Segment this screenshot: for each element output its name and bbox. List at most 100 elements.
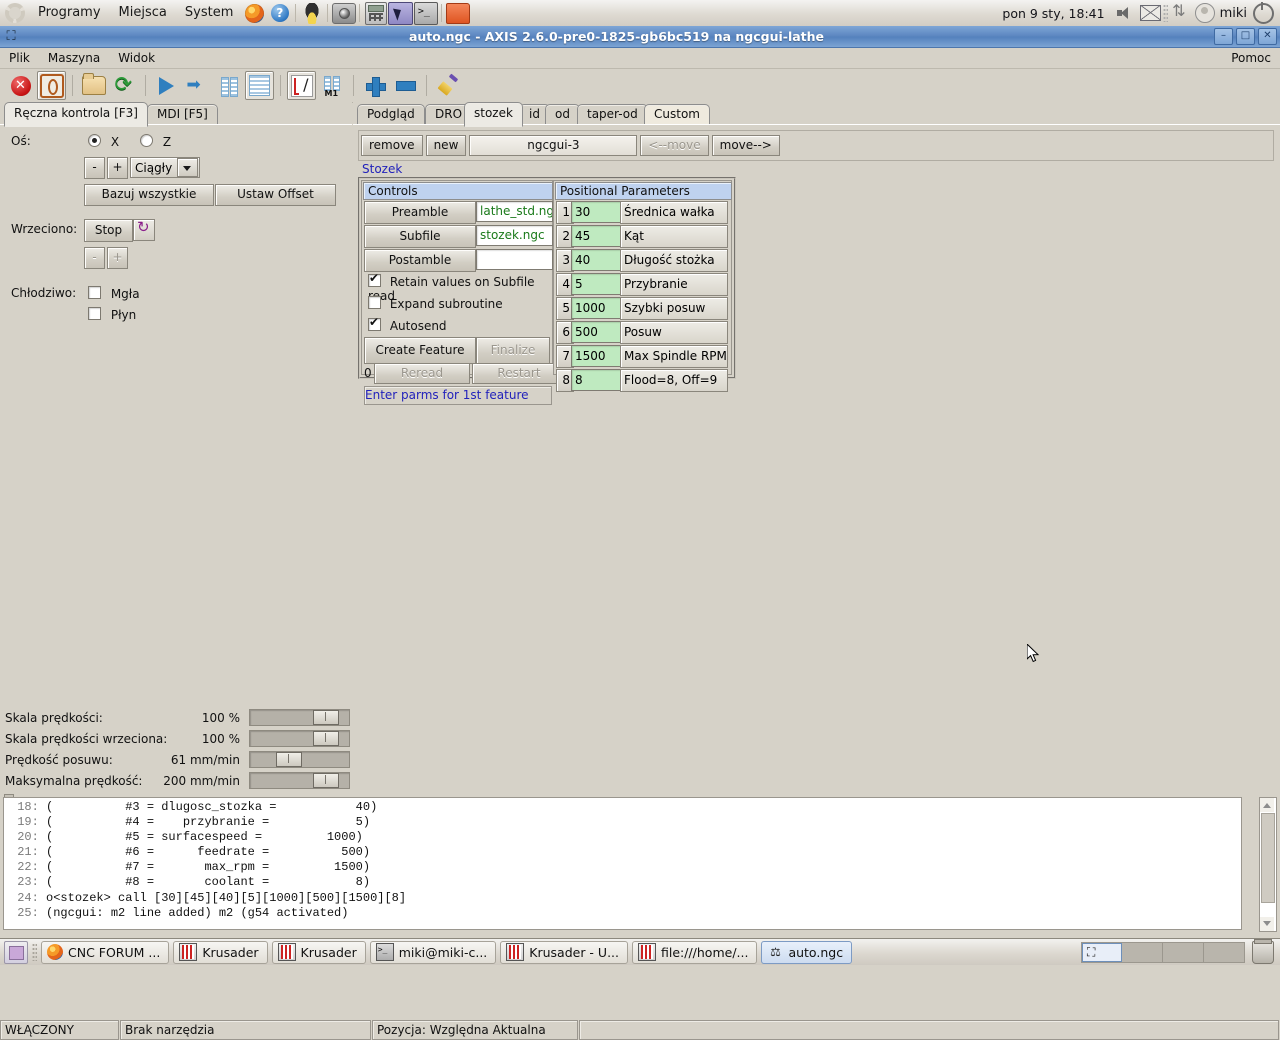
axis-radio-z[interactable]: Z xyxy=(140,134,171,149)
help-icon[interactable]: ? xyxy=(267,1,292,25)
jog-mode-select[interactable]: Ciągły xyxy=(130,157,200,178)
taskbar-button[interactable]: Krusader xyxy=(173,940,268,964)
subfile-button[interactable]: Subfile xyxy=(364,225,476,248)
tab-custom[interactable]: Custom xyxy=(644,104,710,125)
stop-program-icon[interactable] xyxy=(245,71,274,100)
close-button[interactable]: ✕ xyxy=(1258,28,1277,45)
taskbar-button[interactable]: miki@miki-c... xyxy=(369,940,497,964)
update-icon[interactable] xyxy=(1168,1,1193,25)
minimize-button[interactable]: – xyxy=(1214,28,1233,45)
restart-button[interactable]: Restart xyxy=(472,363,566,384)
expand-subroutine-checkbox[interactable]: Expand subroutine xyxy=(368,296,503,311)
terminal-icon[interactable] xyxy=(413,1,438,25)
optional-stop-icon[interactable] xyxy=(318,71,347,100)
workspace-switcher[interactable]: ⛶ xyxy=(1081,941,1245,963)
menu-plik[interactable]: Plik xyxy=(0,48,39,68)
workspace-1[interactable]: ⛶ xyxy=(1082,942,1122,962)
spindle-direction-icon[interactable] xyxy=(133,218,155,241)
spindle-minus-button[interactable]: - xyxy=(84,247,105,269)
param-value-input[interactable]: 1500 xyxy=(571,345,622,367)
power-icon[interactable] xyxy=(1251,1,1276,25)
window-switcher-icon[interactable] xyxy=(388,1,414,25)
taskbar-button[interactable]: Krusader xyxy=(271,940,366,964)
clock[interactable]: pon 9 sty, 18:41 xyxy=(994,6,1112,21)
spindle-plus-button[interactable]: + xyxy=(107,247,128,269)
param-value-input[interactable]: 45 xyxy=(571,225,622,247)
remove-page-button[interactable]: remove xyxy=(361,135,423,156)
chevron-down-icon[interactable] xyxy=(177,158,198,177)
gcode-scrollbar[interactable] xyxy=(1259,797,1277,932)
taskbar-button[interactable]: Krusader - U... xyxy=(500,940,628,964)
jog-plus-button[interactable]: + xyxy=(107,157,128,179)
folder-icon[interactable] xyxy=(445,1,470,25)
firefox-icon[interactable] xyxy=(242,1,267,25)
param-value-input[interactable]: 5 xyxy=(571,273,622,295)
tux-icon[interactable] xyxy=(299,1,324,25)
pause-program-icon[interactable] xyxy=(214,71,243,100)
workspace-3[interactable] xyxy=(1163,942,1204,962)
param-value-input[interactable]: 1000 xyxy=(571,297,622,319)
workspace-2[interactable] xyxy=(1122,942,1163,962)
mail-icon[interactable] xyxy=(1138,1,1163,25)
postamble-button[interactable]: Postamble xyxy=(364,249,476,272)
menu-system[interactable]: System xyxy=(176,0,242,26)
trash-icon[interactable] xyxy=(1252,938,1274,964)
scroll-down-icon[interactable] xyxy=(1260,917,1274,931)
tab-manual-control[interactable]: Ręczna kontrola [F3] xyxy=(4,102,148,127)
scroll-up-icon[interactable] xyxy=(1260,798,1274,812)
move-right-button[interactable]: move--> xyxy=(711,135,780,156)
tab-taper-od[interactable]: taper-od xyxy=(577,104,648,125)
tab-mdi[interactable]: MDI [F5] xyxy=(147,104,218,125)
open-file-icon[interactable] xyxy=(79,71,108,100)
tab-stozek[interactable]: stozek xyxy=(464,102,523,127)
volume-icon[interactable] xyxy=(1113,1,1138,25)
estop-icon[interactable] xyxy=(6,71,35,100)
clear-plot-icon[interactable] xyxy=(433,71,462,100)
spindle-scale-slider[interactable] xyxy=(249,730,350,747)
block-delete-icon[interactable] xyxy=(287,71,316,100)
create-feature-button[interactable]: Create Feature xyxy=(364,337,476,364)
menu-widok[interactable]: Widok xyxy=(109,48,164,68)
maximize-button[interactable]: □ xyxy=(1236,28,1255,45)
zoom-out-icon[interactable] xyxy=(391,71,420,100)
taskbar-button[interactable]: CNC FORUM ... xyxy=(41,940,170,964)
show-desktop-icon[interactable] xyxy=(4,940,28,964)
menu-programy[interactable]: Programy xyxy=(29,0,110,26)
zoom-in-icon[interactable] xyxy=(360,71,389,100)
coolant-flood-checkbox[interactable]: Płyn xyxy=(88,307,136,322)
tab-podglad[interactable]: Podgląd xyxy=(357,104,425,125)
move-left-button[interactable]: <--move xyxy=(640,135,709,156)
preamble-button[interactable]: Preamble xyxy=(364,201,476,224)
tab-od[interactable]: od xyxy=(545,104,580,125)
reload-file-icon[interactable] xyxy=(110,71,139,100)
set-offset-button[interactable]: Ustaw Offset xyxy=(215,184,336,206)
axis-radio-x[interactable]: X xyxy=(88,134,119,149)
coolant-mist-checkbox[interactable]: Mgła xyxy=(88,286,140,301)
workspace-4[interactable] xyxy=(1204,942,1244,962)
jog-minus-button[interactable]: - xyxy=(84,157,105,179)
max-velocity-slider[interactable] xyxy=(249,772,350,789)
reread-button[interactable]: Reread xyxy=(374,363,470,384)
user-icon[interactable] xyxy=(1193,1,1218,25)
scroll-thumb[interactable] xyxy=(1261,813,1275,903)
gcode-listing[interactable]: 18: ( #3 = dlugosc_stozka = 40) 19: ( #4… xyxy=(3,797,1242,930)
finalize-button[interactable]: Finalize xyxy=(476,337,550,364)
step-program-icon[interactable] xyxy=(183,71,212,100)
taskbar-button[interactable]: ⚖ auto.ngc xyxy=(761,940,853,964)
param-value-input[interactable]: 30 xyxy=(571,201,622,223)
window-titlebar[interactable]: ⛶ auto.ngc - AXIS 2.6.0-pre0-1825-gb6bc5… xyxy=(0,26,1280,48)
param-value-input[interactable]: 500 xyxy=(571,321,622,343)
home-all-button[interactable]: Bazuj wszystkie xyxy=(84,184,214,206)
feed-rate-slider[interactable] xyxy=(249,751,350,768)
menu-pomoc[interactable]: Pomoc xyxy=(1222,48,1280,68)
spindle-stop-button[interactable]: Stop xyxy=(84,219,133,242)
menu-miejsca[interactable]: Miejsca xyxy=(110,0,176,26)
page-name-field[interactable]: ngcgui-3 xyxy=(469,135,638,156)
preamble-input[interactable]: lathe_std.ngc xyxy=(476,201,553,222)
param-value-input[interactable]: 40 xyxy=(571,249,622,271)
menu-maszyna[interactable]: Maszyna xyxy=(39,48,109,68)
autosend-checkbox[interactable]: Autosend xyxy=(368,315,447,333)
new-page-button[interactable]: new xyxy=(425,135,467,156)
run-program-icon[interactable] xyxy=(152,71,181,100)
user-name[interactable]: miki xyxy=(1218,6,1251,21)
